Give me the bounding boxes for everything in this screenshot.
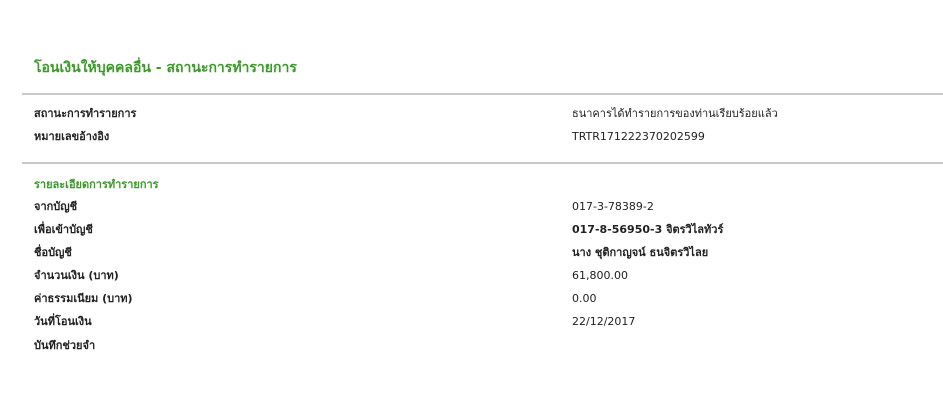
memo-label: บันทึกช่วยจำ xyxy=(34,339,96,352)
reference-number-value: TRTR171222370202599 xyxy=(572,130,705,143)
detail-row-fee: ค่าธรรมเนียม (บาท) 0.00 xyxy=(34,289,914,309)
from-account-value: 017-3-78389-2 xyxy=(572,200,654,213)
status-row-transaction-status: สถานะการทำรายการ ธนาคารได้ทำรายการของท่า… xyxy=(34,104,914,124)
account-name-value: นาง ชุติกาญจน์ ธนจิตรวิไลย xyxy=(572,246,709,259)
amount-value: 61,800.00 xyxy=(572,269,628,282)
detail-row-amount: จำนวนเงิน (บาท) 61,800.00 xyxy=(34,266,914,286)
to-account-value: 017-8-56950-3 จิตรวิไลทัวร์ xyxy=(572,223,724,236)
status-value: ธนาคารได้ทำรายการของท่านเรียบร้อยแล้ว xyxy=(572,107,778,120)
from-account-label: จากบัญชี xyxy=(34,200,78,213)
divider-middle xyxy=(22,162,943,164)
detail-row-to-account: เพื่อเข้าบัญชี 017-8-56950-3 จิตรวิไลทัว… xyxy=(34,220,914,240)
divider-top xyxy=(22,93,943,95)
transfer-date-label: วันที่โอนเงิน xyxy=(34,315,92,328)
detail-row-transfer-date: วันที่โอนเงิน 22/12/2017 xyxy=(34,312,914,332)
transfer-date-value: 22/12/2017 xyxy=(572,315,636,328)
status-label: สถานะการทำรายการ xyxy=(34,107,137,120)
amount-label: จำนวนเงิน (บาท) xyxy=(34,269,119,282)
transaction-details-heading: รายละเอียดการทำรายการ xyxy=(34,178,159,191)
fee-label: ค่าธรรมเนียม (บาท) xyxy=(34,292,133,305)
status-row-reference-number: หมายเลขอ้างอิง TRTR171222370202599 xyxy=(34,127,914,147)
reference-label: หมายเลขอ้างอิง xyxy=(34,130,110,143)
fee-value: 0.00 xyxy=(572,292,597,305)
detail-row-account-name: ชื่อบัญชี นาง ชุติกาญจน์ ธนจิตรวิไลย xyxy=(34,243,914,263)
to-account-label: เพื่อเข้าบัญชี xyxy=(34,223,93,236)
account-name-label: ชื่อบัญชี xyxy=(34,246,72,259)
detail-row-from-account: จากบัญชี 017-3-78389-2 xyxy=(34,197,914,217)
detail-row-memo: บันทึกช่วยจำ xyxy=(34,336,914,356)
page-title: โอนเงินให้บุคคลอื่น - สถานะการทำรายการ xyxy=(34,60,297,76)
